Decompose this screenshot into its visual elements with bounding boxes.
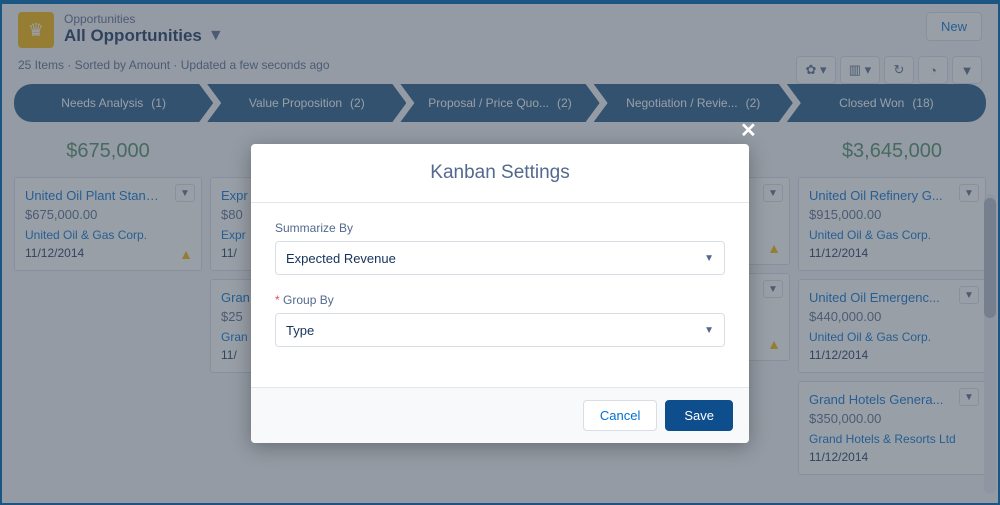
chevron-down-icon: ▼ — [704, 253, 714, 264]
cancel-button[interactable]: Cancel — [583, 400, 657, 431]
group-by-select[interactable]: Type ▼ — [275, 313, 725, 347]
save-button[interactable]: Save — [665, 400, 733, 431]
modal-overlay: Kanban Settings Summarize By Expected Re… — [2, 4, 998, 503]
chevron-down-icon: ▼ — [704, 325, 714, 336]
close-icon[interactable]: ✕ — [740, 118, 757, 143]
summarize-by-label: Summarize By — [275, 221, 725, 235]
modal-title: Kanban Settings — [251, 144, 749, 203]
summarize-by-select[interactable]: Expected Revenue ▼ — [275, 241, 725, 275]
kanban-settings-modal: Kanban Settings Summarize By Expected Re… — [251, 144, 749, 443]
group-by-label: Group By — [275, 293, 725, 307]
